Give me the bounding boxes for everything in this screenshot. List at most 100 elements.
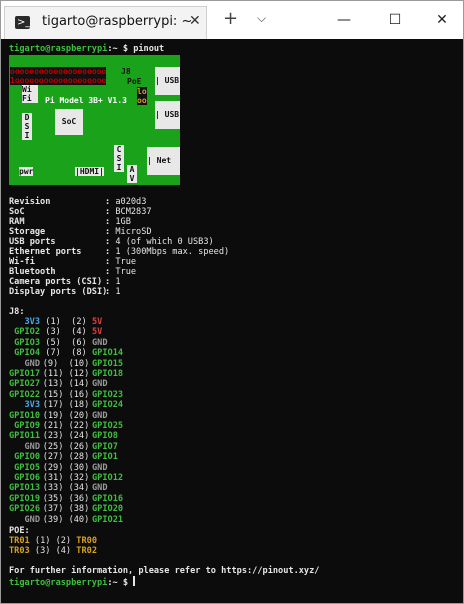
j8-row: GPIO27 (13) (14) GND [9, 379, 108, 390]
j8-pin-numbers: (31) (32) [42, 473, 90, 483]
maximize-button[interactable]: ☐ [382, 7, 408, 33]
new-tab-button[interactable]: + [223, 8, 238, 29]
j8-pin-numbers: (1) (2) [45, 317, 87, 327]
terminal-output[interactable]: tigarto@raspberrypi:~ $ pinout ooooooooo… [1, 39, 463, 603]
spec-value: MicroSD [115, 227, 152, 237]
poe-pins-2: oo [137, 96, 147, 105]
spec-separator: : [105, 247, 116, 257]
spec-separator: : [105, 277, 116, 287]
model-label: Pi Model 3B+ V1.3 [45, 96, 127, 105]
poe-pin-numbers: (1) (2) [34, 536, 72, 546]
j8-pin-numbers: (37) (38) [42, 504, 90, 515]
j8-row: GND (25) (26) GPIO7 [9, 441, 117, 453]
poe-label: PoE [127, 77, 142, 86]
spec-separator: : [105, 217, 116, 227]
dsi-port: D S I [22, 113, 32, 140]
poe-left-pin-name: TR03 [9, 546, 30, 556]
j8-right-pin-name: GPIO20 [92, 504, 124, 515]
j8-left-pin-name: GPIO5 [14, 462, 40, 473]
j8-pin-numbers: (17) (18) [42, 400, 90, 411]
j8-left-pin-name: GND [24, 358, 40, 369]
wifi-label: Wi Fi [22, 85, 38, 103]
prompt-command: pinout [128, 44, 165, 54]
j8-row: GND (39) (40) GPIO21 [9, 515, 123, 526]
j8-row: GPIO22 (15) (16) GPIO23 [9, 390, 123, 401]
j8-right-pin-name: GPIO1 [92, 452, 118, 463]
j8-right-pin-name: GPIO16 [92, 493, 124, 504]
spec-value: True [115, 257, 137, 267]
j8-right-pin-name: GPIO8 [92, 431, 118, 442]
j8-row: GPIO4 (7) (8) GPIO14 [9, 348, 123, 359]
text-cursor [133, 576, 136, 586]
ethernet-port: | Net [147, 147, 180, 175]
j8-pin-numbers: (19) (20) [42, 410, 90, 421]
minimize-button[interactable]: — [331, 7, 357, 33]
j8-pin-numbers: (3) (4) [45, 327, 87, 338]
j8-left-pin-name: GPIO11 [9, 431, 41, 442]
j8-row: GPIO10 (19) (20) GND [9, 411, 108, 422]
hdmi-port: |HDMI| [75, 167, 104, 176]
j8-left-pin-name: GPIO10 [9, 410, 41, 421]
j8-right-pin-name: GPIO25 [92, 421, 124, 431]
j8-right-pin-name: GND [92, 483, 108, 494]
chevron-down-icon[interactable]: ⌵ [257, 11, 266, 26]
board-diagram: oooooooooooooooooooo 1ooooooooooooooooooo… [9, 55, 180, 185]
usb-port-2: | USB [155, 101, 180, 129]
j8-left-pin-name: GPIO17 [9, 369, 41, 379]
j8-pin-numbers: (23) (24) [42, 431, 90, 442]
j8-right-pin-name: GPIO12 [92, 473, 124, 483]
j8-row: 3V3 (17) (18) GPIO24 [9, 400, 123, 411]
j8-pin-numbers: (25) (26) [42, 441, 90, 452]
j8-left-pin-name: 3V3 [24, 317, 40, 327]
j8-right-pin-name: 5V [92, 327, 103, 338]
final-prompt-path: :~ $ [107, 578, 129, 588]
spec-separator: : [105, 207, 116, 217]
j8-left-pin-name: GPIO3 [14, 337, 40, 348]
j8-pin-numbers: (33) (34) [42, 483, 90, 494]
j8-pin-numbers: (9) (10) [42, 358, 90, 369]
j8-row: GPIO5 (29) (30) GND [9, 462, 108, 474]
spec-label: Display ports (DSI) [9, 287, 108, 297]
j8-row: GPIO11 (23) (24) GPIO8 [9, 431, 118, 442]
tab-terminal[interactable]: >_ tigarto@raspberrypi: ~ ✕ [4, 6, 207, 39]
usb-port-1: | USB [155, 67, 180, 95]
j8-row: GPIO0 (27) (28) GPIO1 [9, 452, 118, 463]
power-port: pwr [19, 167, 34, 176]
j8-right-pin-name: GPIO14 [92, 348, 124, 359]
j8-pin-numbers: (39) (40) [42, 514, 90, 525]
spec-value: BCM2837 [115, 207, 152, 217]
j8-right-pin-name: GND [92, 379, 108, 390]
j8-pin-numbers: (35) (36) [42, 493, 90, 504]
j8-row: GPIO6 (31) (32) GPIO12 [9, 473, 123, 484]
soc-chip: SoC [55, 109, 83, 135]
poe-pin-numbers: (3) (4) [34, 546, 72, 556]
close-window-button[interactable]: ✕ [429, 7, 455, 33]
j8-right-pin-name: GPIO21 [92, 514, 124, 525]
csi-port: C S I [114, 145, 124, 172]
final-prompt-line: tigarto@raspberrypi:~ $ [9, 576, 136, 588]
j8-left-pin-name: GPIO27 [9, 379, 41, 390]
j8-left-pin-name: GPIO22 [9, 389, 41, 400]
gpio-pins-diagram: oooooooooooooooooooo 1ooooooooooooooooooo [10, 67, 107, 85]
j8-right-pin-name: GPIO15 [92, 358, 124, 369]
j8-row: GPIO13 (33) (34) GND [9, 483, 108, 494]
close-tab-icon[interactable]: ✕ [189, 13, 201, 29]
j8-row: GPIO19 (35) (36) GPIO16 [9, 494, 123, 505]
spec-value: 4 (of which 0 USB3) [115, 237, 214, 247]
j8-row: GPIO26 (37) (38) GPIO20 [9, 504, 123, 515]
j8-row: 3V3 (1) (2) 5V [9, 317, 102, 328]
j8-right-pin-name: GPIO23 [92, 389, 124, 400]
j8-pin-numbers: (5) (6) [45, 337, 87, 348]
j8-right-pin-name: GPIO18 [92, 369, 124, 379]
spec-value: 1 [115, 287, 121, 297]
j8-row: GPIO2 (3) (4) 5V [9, 327, 102, 338]
j8-right-pin-name: GND [92, 462, 108, 473]
j8-left-pin-name: GPIO19 [9, 493, 41, 504]
j8-left-pin-name: GPIO4 [14, 348, 40, 359]
prompt-path: :~ $ [107, 44, 129, 54]
j8-left-pin-name: GPIO0 [14, 452, 40, 463]
j8-pin-numbers: (11) (12) [42, 369, 90, 379]
j8-left-pin-name: GPIO2 [14, 327, 40, 338]
j8-right-pin-name: GPIO24 [92, 400, 124, 411]
spec-separator: : [105, 197, 116, 207]
